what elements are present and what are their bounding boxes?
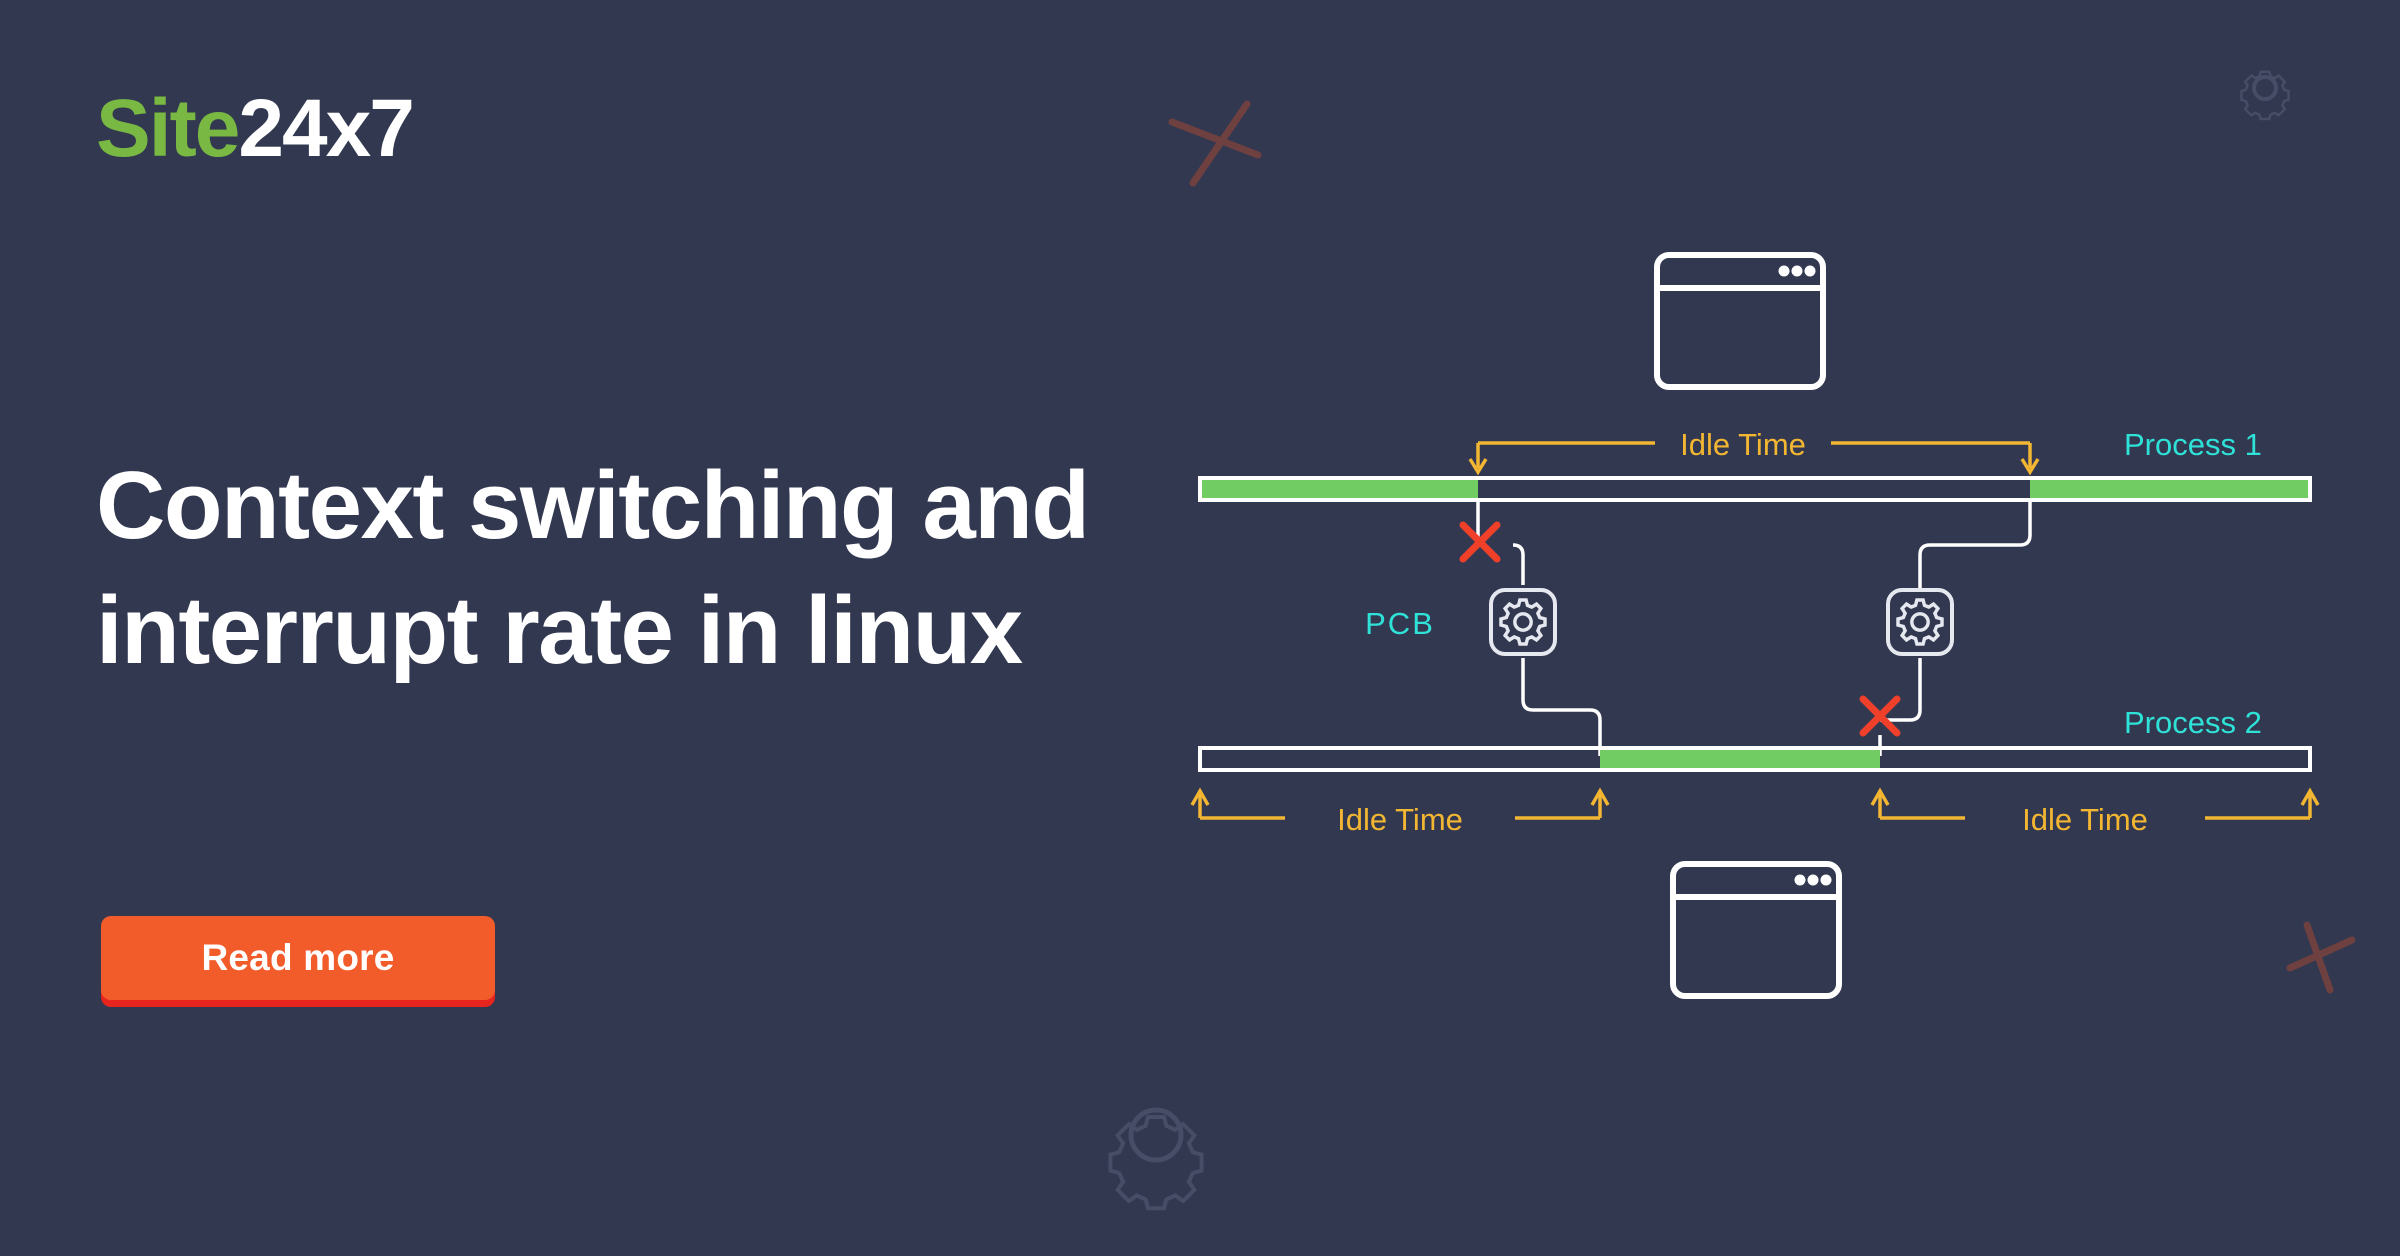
site24x7-logo[interactable]: Site24x7 (96, 88, 415, 170)
process-1-bar (1198, 476, 2312, 502)
idle-time-bracket-bottom-right (1870, 787, 2320, 820)
connector-pcb-right-to-p2 (1878, 658, 1922, 756)
idle-time-label-top: Idle Time (1680, 427, 1806, 462)
idle-time-label-bottom-right: Idle Time (2022, 802, 2148, 837)
x-decoration-bottom (2286, 921, 2356, 994)
x-marker-right-bottom (1859, 695, 1901, 737)
page-title: Context switching and interrupt rate in … (96, 452, 1090, 685)
gear-decoration-bottom (1108, 1107, 1204, 1211)
logo-number-word: 24x7 (238, 83, 414, 174)
x-marker-left-top (1459, 521, 1501, 563)
read-more-button[interactable]: Read more (101, 916, 495, 1000)
process-1-segment-running-b (2030, 480, 2308, 498)
window-icon-bottom (1670, 861, 1842, 999)
process-1-label: Process 1 (2124, 427, 2262, 462)
pcb-label: PCB (1365, 606, 1435, 641)
process-2-bar (1198, 746, 2312, 772)
pcb-gear-left (1489, 588, 1557, 656)
connector-p1-to-pcb-right (1918, 500, 2032, 590)
gear-decoration-top-right-shape (2240, 70, 2290, 121)
process-1-segment-running-a (1202, 480, 1478, 498)
pcb-gear-right (1886, 588, 1954, 656)
hero-banner: Site24x7 Context switching and interrupt… (0, 0, 2400, 1256)
window-icon-top (1654, 252, 1826, 390)
logo-site-word: Site (96, 83, 240, 174)
idle-time-bracket-bottom-left (1190, 787, 1610, 820)
x-decoration-top (1168, 100, 1262, 187)
connector-p1-to-pcb-left (1476, 500, 1525, 585)
connector-pcb-left-to-p2 (1521, 658, 1602, 756)
process-2-segment-running (1600, 750, 1880, 768)
idle-time-label-bottom-left: Idle Time (1337, 802, 1463, 837)
idle-time-bracket-top (1468, 441, 2040, 476)
process-2-label: Process 2 (2124, 705, 2262, 740)
